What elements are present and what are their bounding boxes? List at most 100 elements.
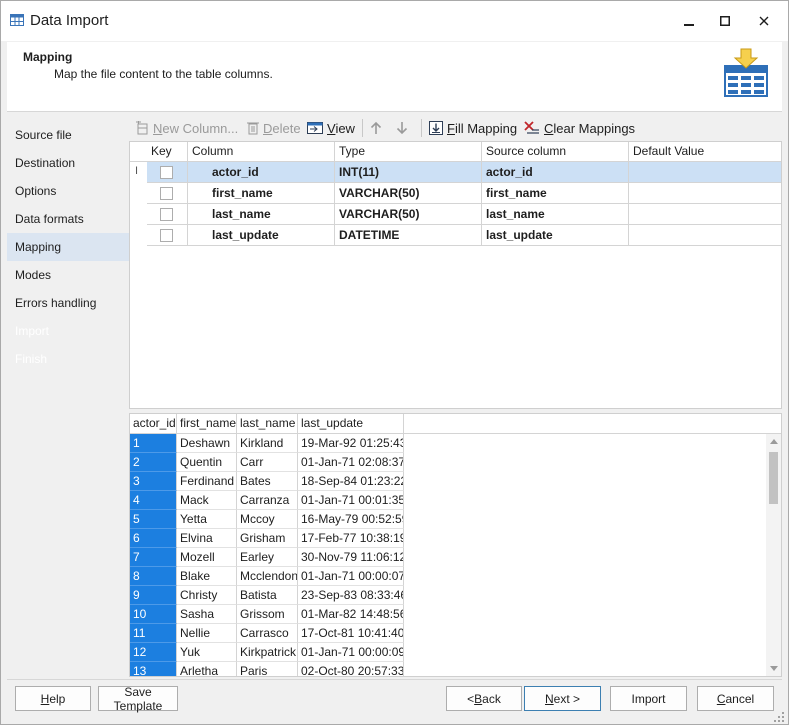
source-column-cell[interactable]: actor_id: [482, 162, 629, 183]
minimize-button[interactable]: [669, 5, 709, 37]
preview-header-actor-id[interactable]: actor_id: [130, 414, 177, 434]
view-icon: [307, 122, 323, 134]
mapping-row[interactable]: last_name VARCHAR(50) last_name: [130, 204, 781, 225]
actor-id-cell: 2: [130, 453, 177, 472]
view-button[interactable]: View: [307, 118, 355, 138]
window-title: Data Import: [30, 12, 109, 29]
default-value-cell[interactable]: [629, 183, 781, 204]
last-name-cell: Mccoy: [237, 510, 298, 529]
preview-row[interactable]: 7 Mozell Earley 30-Nov-79 11:06:12: [130, 548, 404, 567]
column-header-default[interactable]: Default Value: [629, 142, 781, 162]
mapping-row[interactable]: I actor_id INT(11) actor_id: [130, 162, 781, 183]
scroll-up-icon[interactable]: [770, 439, 778, 444]
import-button[interactable]: Import: [610, 686, 687, 711]
page-title: Mapping: [23, 50, 73, 64]
key-checkbox[interactable]: [160, 166, 173, 179]
mapping-row[interactable]: first_name VARCHAR(50) first_name: [130, 183, 781, 204]
default-value-cell[interactable]: [629, 162, 781, 183]
preview-row[interactable]: 11 Nellie Carrasco 17-Oct-81 10:41:40: [130, 624, 404, 643]
last-update-cell: 01-Jan-71 00:01:35: [298, 491, 404, 510]
move-down-button[interactable]: [395, 118, 409, 138]
next-button[interactable]: Next >: [524, 686, 601, 711]
back-label-prefix: <: [467, 691, 475, 706]
step-options[interactable]: Options: [7, 177, 129, 205]
preview-row[interactable]: 8 Blake Mcclendon 01-Jan-71 00:00:07: [130, 567, 404, 586]
preview-row[interactable]: 4 Mack Carranza 01-Jan-71 00:01:35: [130, 491, 404, 510]
first-name-cell: Yuk: [177, 643, 237, 662]
delete-column-icon: [247, 122, 259, 135]
actor-id-cell: 8: [130, 567, 177, 586]
mapping-row[interactable]: last_update DATETIME last_update: [130, 225, 781, 246]
key-checkbox[interactable]: [160, 187, 173, 200]
step-errors-handling[interactable]: Errors handling: [7, 289, 129, 317]
clear-mappings-button[interactable]: Clear Mappings: [524, 118, 635, 138]
column-header-type[interactable]: Type: [335, 142, 482, 162]
column-header-source[interactable]: Source column: [482, 142, 629, 162]
fill-mapping-button[interactable]: Fill Mapping: [429, 118, 517, 138]
column-header-key[interactable]: Key: [147, 142, 188, 162]
first-name-cell: Blake: [177, 567, 237, 586]
cancel-button[interactable]: Cancel: [697, 686, 774, 711]
preview-row[interactable]: 9 Christy Batista 23-Sep-83 08:33:46: [130, 586, 404, 605]
type-cell[interactable]: VARCHAR(50): [335, 204, 482, 225]
key-cell: [147, 225, 188, 246]
preview-row[interactable]: 5 Yetta Mccoy 16-May-79 00:52:59: [130, 510, 404, 529]
first-name-cell: Arletha: [177, 662, 237, 676]
cancel-label: ancel: [725, 691, 755, 706]
maximize-button[interactable]: [705, 5, 745, 37]
step-import: Import: [15, 324, 50, 338]
scroll-thumb[interactable]: [769, 452, 778, 504]
maximize-icon: [720, 16, 730, 26]
preview-row[interactable]: 13 Arletha Paris 02-Oct-80 20:57:33: [130, 662, 404, 676]
back-button[interactable]: < Back: [446, 686, 522, 711]
preview-scrollbar[interactable]: [766, 434, 781, 676]
type-cell[interactable]: INT(11): [335, 162, 482, 183]
source-column-cell[interactable]: last_name: [482, 204, 629, 225]
column-header-column[interactable]: Column: [188, 142, 335, 162]
move-up-button[interactable]: [369, 118, 383, 138]
column-cell[interactable]: last_update: [188, 225, 335, 246]
last-name-cell: Earley: [237, 548, 298, 567]
close-button[interactable]: [744, 5, 784, 37]
step-destination[interactable]: Destination: [7, 149, 129, 177]
save-template-button[interactable]: Save Template: [98, 685, 178, 713]
key-checkbox[interactable]: [160, 208, 173, 221]
preview-row[interactable]: 2 Quentin Carr 01-Jan-71 02:08:37: [130, 453, 404, 472]
mapping-grid: Key Column Type Source column Default Va…: [129, 141, 782, 409]
column-cell[interactable]: first_name: [188, 183, 335, 204]
table-import-icon: [724, 48, 768, 97]
source-column-cell[interactable]: first_name: [482, 183, 629, 204]
default-value-cell[interactable]: [629, 204, 781, 225]
source-column-cell[interactable]: last_update: [482, 225, 629, 246]
next-label: ext >: [553, 691, 581, 706]
type-cell[interactable]: DATETIME: [335, 225, 482, 246]
preview-header-last-update[interactable]: last_update: [298, 414, 404, 434]
preview-row[interactable]: 6 Elvina Grisham 17-Feb-77 10:38:19: [130, 529, 404, 548]
new-column-button[interactable]: New Column...: [135, 118, 238, 138]
default-value-cell[interactable]: [629, 225, 781, 246]
preview-row[interactable]: 1 Deshawn Kirkland 19-Mar-92 01:25:43: [130, 434, 404, 453]
preview-row[interactable]: 3 Ferdinand Bates 18-Sep-84 01:23:22: [130, 472, 404, 491]
preview-row[interactable]: 10 Sasha Grissom 01-Mar-82 14:48:56: [130, 605, 404, 624]
key-checkbox[interactable]: [160, 229, 173, 242]
actor-id-cell: 10: [130, 605, 177, 624]
preview-header-first-name[interactable]: first_name: [177, 414, 237, 434]
last-name-cell: Kirkland: [237, 434, 298, 453]
resize-grip-icon[interactable]: [773, 711, 785, 723]
step-modes[interactable]: Modes: [7, 261, 129, 289]
key-cell: [147, 162, 188, 183]
type-cell[interactable]: VARCHAR(50): [335, 183, 482, 204]
column-cell[interactable]: last_name: [188, 204, 335, 225]
delete-button[interactable]: Delete: [247, 118, 301, 138]
table-icon: [10, 14, 24, 26]
scroll-down-icon[interactable]: [770, 666, 778, 671]
help-button[interactable]: Help: [15, 686, 91, 711]
last-name-cell: Carrasco: [237, 624, 298, 643]
step-data-formats[interactable]: Data formats: [7, 205, 129, 233]
actor-id-cell: 6: [130, 529, 177, 548]
step-mapping[interactable]: Mapping: [7, 233, 129, 261]
preview-header-last-name[interactable]: last_name: [237, 414, 298, 434]
column-cell[interactable]: actor_id: [188, 162, 335, 183]
step-source-file[interactable]: Source file: [7, 121, 129, 149]
preview-row[interactable]: 12 Yuk Kirkpatrick 01-Jan-71 00:00:09: [130, 643, 404, 662]
